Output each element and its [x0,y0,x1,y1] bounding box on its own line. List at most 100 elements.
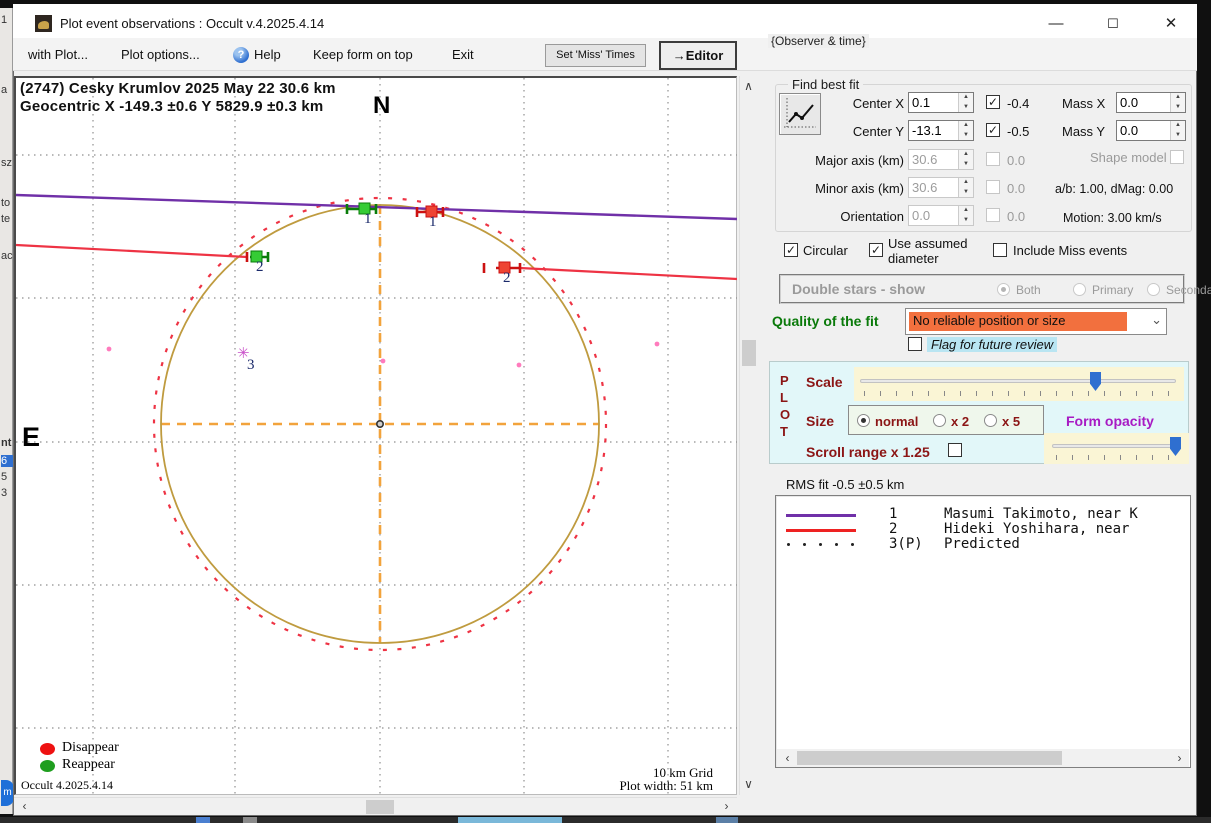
scroll-range-label: Scroll range x 1.25 [806,444,930,460]
include-miss-label: Include Miss events [1013,243,1127,258]
plot-title-line1: (2747) Cesky Krumlov 2025 May 22 30.6 km [20,80,336,97]
opacity-slider-thumb[interactable] [1170,437,1181,456]
chevron-down-icon[interactable]: ⌄ [1151,312,1162,328]
scroll-right-icon[interactable]: › [718,798,735,815]
orientation-residual: 0.0 [1007,209,1025,224]
help-icon[interactable]: ? [233,47,249,63]
center-y-label: Center Y [830,124,904,139]
chord2-disappear-label: 2 [503,270,511,287]
vertical-scroll-thumb[interactable] [742,340,756,366]
scroll-left-icon[interactable]: ‹ [16,798,33,815]
center-y-spinner[interactable]: ▲▼ [958,121,973,140]
chord2-reappear-label: 2 [256,259,264,276]
size-normal-radio[interactable] [857,414,870,427]
disappear-label: Disappear [62,740,119,756]
flag-review-checkbox[interactable] [908,337,922,351]
legend-scrollbar[interactable]: ‹ › [777,749,1189,767]
opacity-slider[interactable] [1044,433,1189,464]
taskbar-icon[interactable] [458,817,562,823]
legend-scroll-thumb[interactable] [797,751,1062,765]
horizontal-scroll-thumb[interactable] [366,800,394,814]
menu-plot-options[interactable]: Plot options... [121,47,200,62]
menu-with-plot[interactable]: with Plot... [28,47,88,62]
maximize-button[interactable]: ☐ [1099,12,1127,36]
rms-fit-label: RMS fit -0.5 ±0.5 km [786,477,904,492]
scroll-down-icon[interactable]: ∨ [740,776,757,793]
menu-keep-on-top[interactable]: Keep form on top [313,47,413,62]
fit-plot-button[interactable] [779,93,821,135]
scale-slider-ticks [864,391,1174,396]
include-miss-checkbox[interactable] [993,243,1007,257]
center-x-value: 0.1 [912,95,930,110]
mass-y-input[interactable]: 0.0 ▲▼ [1116,120,1186,141]
center-x-spinner[interactable]: ▲▼ [958,93,973,112]
plot-version-label: Occult 4.2025.4.14 [21,778,113,793]
close-button[interactable]: ✕ [1157,12,1185,36]
center-x-input[interactable]: 0.1 ▲▼ [908,92,974,113]
ab-dmag-label: a/b: 1.00, dMag: 0.00 [1055,182,1173,196]
legend-num-2: 2 [889,521,897,537]
taskbar-icon[interactable] [716,817,738,823]
quality-combobox[interactable]: No reliable position or size ⌄ [905,308,1167,335]
menu-exit[interactable]: Exit [452,47,474,62]
chord-2-line-right [520,268,737,279]
set-miss-times-button[interactable]: Set 'Miss' Times [545,44,646,67]
chord1-disappear-label: 1 [429,214,437,231]
editor-button[interactable]: →Editor [659,41,737,70]
plot-horizontal-scrollbar[interactable]: ‹ › [14,797,737,815]
plot-letter-p: P [780,373,789,388]
legend-line-2 [786,529,856,532]
major-axis-input: 30.6 ▲▼ [908,149,974,170]
grid-lines [16,78,737,795]
quality-value: No reliable position or size [909,312,1127,331]
mass-x-spinner[interactable]: ▲▼ [1170,93,1185,112]
plot-area[interactable]: (2747) Cesky Krumlov 2025 May 22 30.6 km… [14,76,737,795]
center-y-checkbox[interactable] [986,123,1000,137]
mass-x-input[interactable]: 0.0 ▲▼ [1116,92,1186,113]
circular-checkbox[interactable] [784,243,798,257]
center-x-label: Center X [830,96,904,111]
size-x2-radio[interactable] [933,414,946,427]
motion-label: Motion: 3.00 km/s [1063,211,1162,225]
center-y-residual: -0.5 [1007,124,1029,139]
scale-slider-track[interactable] [860,379,1176,383]
app-icon [35,15,52,32]
form-opacity-label: Form opacity [1066,413,1154,429]
plot-vertical-scrollbar[interactable]: ∧ ∨ [739,76,757,795]
taskbar-icon[interactable] [196,817,210,823]
minor-axis-checkbox [986,180,1000,194]
scroll-range-checkbox[interactable] [948,443,962,457]
fit-center-marker [377,421,383,427]
center-y-input[interactable]: -13.1 ▲▼ [908,120,974,141]
observer-legend-list[interactable]: 1 Masumi Takimoto, near K 2 Hideki Yoshi… [775,495,1191,768]
taskbar-icon[interactable] [243,817,257,823]
legend-scroll-right-icon[interactable]: › [1171,750,1188,767]
center-x-checkbox[interactable] [986,95,1000,109]
scale-slider[interactable] [854,367,1184,401]
scale-slider-thumb[interactable] [1090,372,1101,391]
observer-time-label: {Observer & time} [768,34,869,48]
double-stars-secondary-radio [1147,283,1160,296]
taskbar-strip [0,817,1211,823]
size-x5-radio[interactable] [984,414,997,427]
legend-name-3: Predicted [944,536,1020,552]
occultation-plot-canvas [16,78,737,795]
plot-settings-panel: P L O T Scale Size normal x 2 x 5 Form o… [769,361,1189,464]
legend-line-1 [786,514,856,517]
legend-scroll-left-icon[interactable]: ‹ [779,750,796,767]
predicted-label: 3 [247,357,255,374]
scroll-up-icon[interactable]: ∧ [740,78,757,95]
legend-num-3: 3(P) [889,536,923,552]
size-x2-label: x 2 [951,414,969,429]
menu-help[interactable]: Help [254,47,281,62]
opacity-slider-ticks [1056,455,1178,460]
opacity-slider-track[interactable] [1052,444,1180,448]
use-assumed-checkbox[interactable] [869,243,883,257]
minimize-button[interactable]: — [1042,12,1070,36]
title-bar[interactable]: Plot event observations : Occult v.4.202… [13,4,1197,38]
mass-y-spinner[interactable]: ▲▼ [1170,121,1185,140]
bg-fragment: 3 [1,487,13,499]
plot-letter-o: O [780,407,790,422]
legend-num-1: 1 [889,506,897,522]
star-track-dots [107,342,660,368]
